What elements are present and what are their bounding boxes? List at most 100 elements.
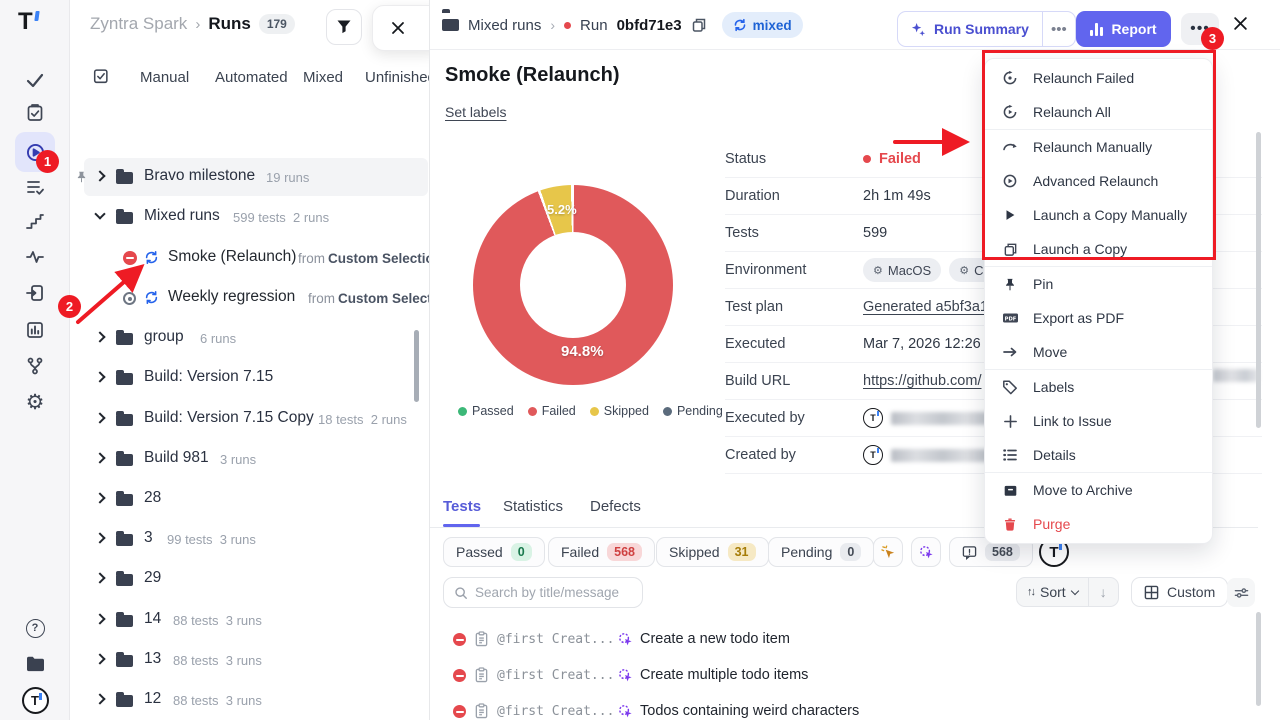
chevron-right-icon[interactable]	[94, 532, 105, 543]
build-url-link[interactable]: https://github.com/	[863, 373, 981, 389]
folder-name[interactable]: 28	[144, 489, 161, 507]
tree-folder-build-715-copy[interactable]: Build: Version 7.15 Copy 18 tests 2 runs	[70, 399, 430, 439]
folder-name[interactable]: 14	[144, 610, 161, 628]
app-logo[interactable]: T	[18, 8, 33, 36]
report-button[interactable]: Report	[1076, 11, 1171, 47]
test-plan-link[interactable]: Generated a5bf3a1c	[863, 299, 995, 315]
folder-name[interactable]: Build 981	[144, 449, 209, 467]
filter-pending-chip[interactable]: Pending 0	[768, 537, 874, 567]
sort-direction-button[interactable]: ↓	[1088, 578, 1118, 606]
tree-folder-14[interactable]: 14 88 tests 3 runs	[70, 600, 430, 640]
view-settings-button[interactable]	[1227, 578, 1255, 607]
clipboard-check-icon[interactable]	[15, 93, 55, 133]
tab-tests[interactable]: Tests	[443, 498, 481, 515]
profile-logo[interactable]: T	[15, 680, 55, 720]
menu-item-purge[interactable]: Purge	[985, 507, 1212, 541]
list-check-icon[interactable]	[15, 167, 55, 207]
comment-icon	[962, 545, 977, 560]
help-icon[interactable]: ?	[15, 608, 55, 648]
tests-scrollbar[interactable]	[1256, 612, 1261, 706]
clipboard-icon	[474, 631, 489, 647]
chevron-right-icon[interactable]	[94, 412, 105, 423]
set-labels-link[interactable]: Set labels	[445, 104, 506, 120]
filter-interactive-chip[interactable]	[911, 537, 941, 567]
filter-auto-chip[interactable]	[873, 537, 903, 567]
run-summary-more-button[interactable]: •••	[1042, 12, 1075, 46]
test-title[interactable]: Create multiple todo items	[640, 667, 808, 683]
tree-folder-build-715[interactable]: Build: Version 7.15	[70, 358, 430, 398]
chevron-right-icon[interactable]	[94, 452, 105, 463]
chevron-right-icon[interactable]	[94, 653, 105, 664]
run-name[interactable]: Weekly regression	[168, 288, 295, 306]
chevron-right-icon[interactable]	[94, 693, 105, 704]
close-run-icon[interactable]	[1233, 16, 1248, 31]
test-title[interactable]: Todos containing weird characters	[640, 703, 859, 719]
folder-name[interactable]: Build: Version 7.15	[144, 368, 273, 386]
analytics-icon[interactable]	[15, 310, 55, 350]
chevron-right-icon[interactable]	[94, 572, 105, 583]
branch-icon[interactable]	[15, 346, 55, 386]
import-icon[interactable]	[15, 273, 55, 313]
run-id: 0bfd71e3	[617, 17, 682, 34]
filter-button[interactable]	[326, 9, 362, 45]
run-folder-name[interactable]: Mixed runs	[468, 17, 541, 34]
filter-passed-chip[interactable]: Passed 0	[443, 537, 545, 567]
sort-button[interactable]: ↑↓Sort ↓	[1016, 577, 1119, 607]
menu-item-move[interactable]: Move	[985, 335, 1212, 369]
project-name[interactable]: Zyntra Spark	[90, 14, 187, 34]
folder-name[interactable]: 12	[144, 690, 161, 708]
filter-skipped-chip[interactable]: Skipped 31	[656, 537, 769, 567]
chevron-right-icon[interactable]	[94, 613, 105, 624]
folder-name[interactable]: 13	[144, 650, 161, 668]
details-scrollbar[interactable]	[1256, 132, 1261, 428]
copy-icon[interactable]	[691, 17, 707, 33]
tree-folder-13[interactable]: 13 88 tests 3 runs	[70, 640, 430, 680]
chevron-right-icon[interactable]	[94, 331, 105, 342]
settings-icon[interactable]: ⚙	[15, 382, 55, 422]
test-row[interactable]: @first Creat... Todos containing weird c…	[430, 694, 1260, 720]
tree-folder-28[interactable]: 28	[70, 479, 430, 519]
test-title[interactable]: Create a new todo item	[640, 631, 790, 647]
tab-statistics[interactable]: Statistics	[503, 498, 563, 515]
menu-item-move-to-archive[interactable]: Move to Archive	[985, 473, 1212, 507]
test-row[interactable]: @first Creat... Create a new todo item	[430, 622, 1260, 658]
tree-folder-29[interactable]: 29	[70, 559, 430, 599]
search-input[interactable]	[475, 585, 625, 600]
folder-name[interactable]: Bravo milestone	[144, 167, 255, 185]
tree-scrollbar[interactable]	[414, 330, 419, 402]
chevron-down-icon[interactable]	[94, 208, 105, 219]
tree-folder-build-981[interactable]: Build 981 3 runs	[70, 439, 430, 479]
tab-defects[interactable]: Defects	[590, 498, 641, 515]
menu-item-pin[interactable]: Pin	[985, 267, 1212, 301]
tree-folder-12[interactable]: 12 88 tests 3 runs	[70, 680, 430, 720]
run-name[interactable]: Smoke (Relaunch)	[168, 248, 296, 266]
chevron-right-icon[interactable]	[94, 492, 105, 503]
filter-failed-chip[interactable]: Failed 568	[548, 537, 655, 567]
tab-manual[interactable]: Manual	[140, 69, 189, 86]
folder-name[interactable]: Mixed runs	[144, 207, 220, 225]
custom-view-button[interactable]: Custom	[1131, 577, 1228, 607]
menu-item-labels[interactable]: Labels	[985, 370, 1212, 404]
tree-folder-bravo[interactable]: Bravo milestone 19 runs	[70, 157, 430, 197]
menu-item-details[interactable]: Details	[985, 438, 1212, 472]
tab-mixed[interactable]: Mixed	[303, 69, 343, 86]
tree-folder-mixed-runs[interactable]: Mixed runs 599 tests 2 runs	[70, 197, 430, 237]
tab-unfinished[interactable]: Unfinished	[365, 69, 430, 86]
close-search-icon[interactable]	[391, 21, 405, 35]
steps-icon[interactable]	[15, 202, 55, 242]
tab-automated[interactable]: Automated	[215, 69, 288, 86]
chevron-right-icon[interactable]	[94, 371, 105, 382]
run-summary-button[interactable]: Run Summary •••	[897, 11, 1076, 47]
folder-name[interactable]: 3	[144, 529, 153, 547]
menu-item-export-pdf[interactable]: PDF Export as PDF	[985, 301, 1212, 335]
field-label: Build URL	[725, 373, 863, 389]
projects-folder-icon[interactable]	[15, 644, 55, 684]
test-row[interactable]: @first Creat... Create multiple todo ite…	[430, 658, 1260, 694]
folder-name[interactable]: 29	[144, 569, 161, 587]
folder-meta: 599 tests 2 runs	[233, 210, 329, 225]
folder-name[interactable]: Build: Version 7.15 Copy	[144, 409, 314, 427]
activity-icon[interactable]	[15, 237, 55, 277]
tree-folder-3[interactable]: 3 99 tests 3 runs	[70, 519, 430, 559]
run-type-all-icon[interactable]	[92, 67, 110, 85]
menu-item-link-to-issue[interactable]: Link to Issue	[985, 404, 1212, 438]
